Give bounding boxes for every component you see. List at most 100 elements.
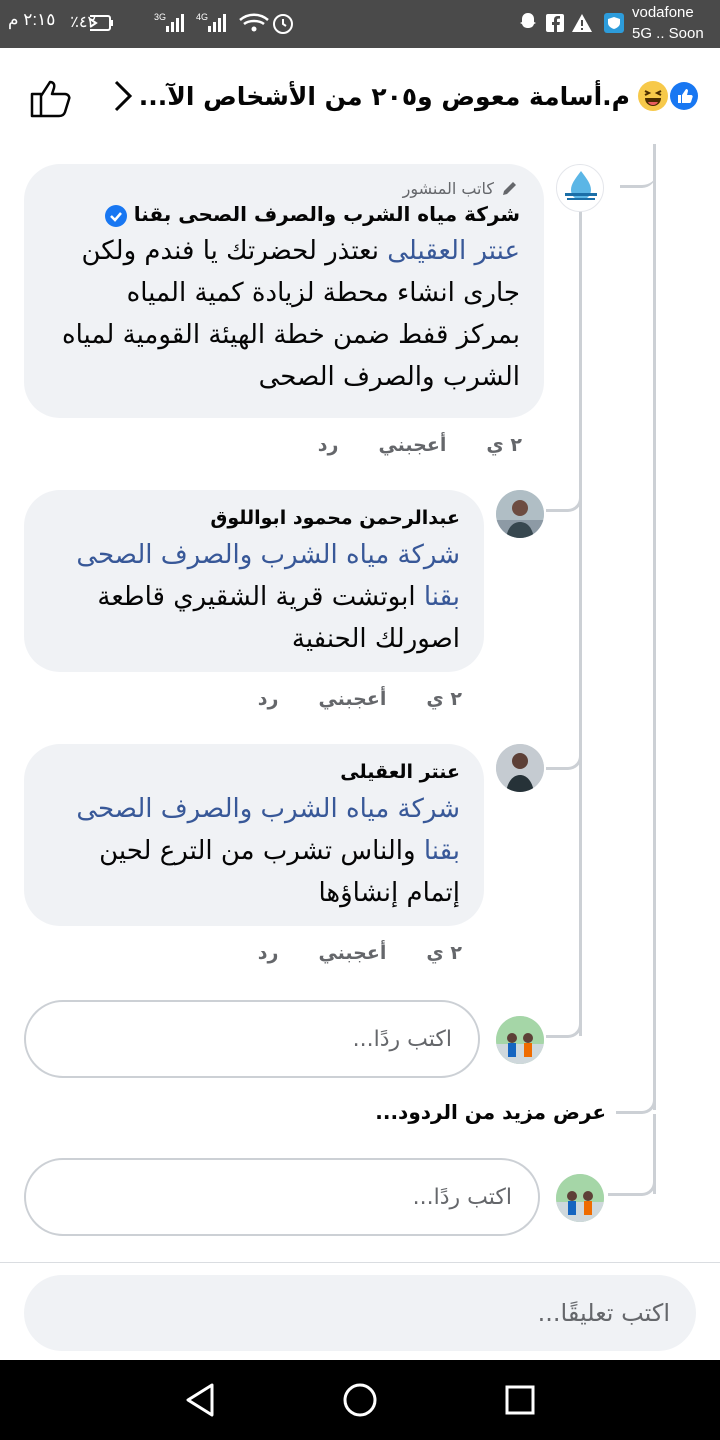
header-title-text: م.أسامة معوض و٢٠٥ من الأشخاص الآ... [138,81,630,111]
comment-actions: ٢ ي أعجبني رد [258,942,462,964]
signal-3g-icon: 3G [154,12,184,32]
facebook-icon [546,14,564,32]
comment-author[interactable]: عبدالرحمن محمود ابواللوق [48,504,460,532]
app-header: م.أسامة معوض و٢٠٥ من الأشخاص الآ... [0,48,720,144]
user-photo-icon [556,1174,604,1222]
wifi-icon [239,13,269,32]
mention-link[interactable]: شركة مياه الشرب والصرف الصحى [76,540,460,570]
comment-time[interactable]: ٢ ي [426,688,462,710]
comment-line: بقنا والناس تشرب من الترع لحين [48,830,460,872]
comment-line: بمركز قفط ضمن خطة الهيئة القومية لمياه [48,314,520,356]
comment-author[interactable]: شركة مياه الشرب والصرف الصحى بقنا [48,200,520,228]
comment-line: شركة مياه الشرب والصرف الصحى [48,788,460,830]
comment-bubble: عبدالرحمن محمود ابواللوق شركة مياه الشرب… [24,490,484,672]
signal-4g-icon: 4G [196,12,226,32]
verified-badge-icon [104,204,127,227]
comment-line-text: إتمام إنشاؤها [318,878,460,908]
pencil-icon [503,182,516,195]
alarm-icon [273,14,293,34]
comment-line-text: نعتذر لحضرتك يا فندم ولكن [81,236,388,266]
user-photo-icon [496,744,544,792]
mention-link[interactable]: بقنا [424,836,460,866]
like-button[interactable]: أعجبني [318,942,386,964]
current-user-avatar [496,1016,544,1064]
system-nav-bar [0,1360,720,1440]
mention-link[interactable]: عنتر العقيلى [387,236,520,266]
comment-composer-bar: اكتب تعليقًا... [0,1262,720,1360]
comment-actions: ٢ ي أعجبني رد [318,434,522,456]
clock: ٢:١٥ م [8,10,56,29]
warning-icon [572,14,592,32]
comment-bubble: كاتب المنشور شركة مياه الشرب والصرف الصح… [24,164,544,418]
carrier-name: vodafone [632,4,694,21]
user-photo-icon [496,1016,544,1064]
thread-connector [620,144,656,188]
thread-line-inner [579,210,582,1036]
reply-button[interactable]: رد [258,688,279,710]
comment-placeholder: اكتب تعليقًا... [537,1299,670,1327]
reply-button[interactable]: رد [258,942,279,964]
system-icons: 4G 3G [90,12,293,34]
status-bar: vodafone 5G .. Soon 4G 3G ٤٢٪ ٢:١٥ م [0,0,720,48]
comment-line-text: جارى انشاء محطة لزيادة كمية المياه [126,278,520,308]
company-logo-icon [561,169,601,209]
snapchat-icon [520,13,536,28]
reply-input[interactable]: اكتب ردًا... [24,1000,480,1078]
svg-text:4G: 4G [196,12,208,22]
reply-button[interactable]: رد [318,434,339,456]
author-badge-label: كاتب المنشور [402,178,494,198]
comment-bubble: عنتر العقيلى شركة مياه الشرب والصرف الصح… [24,744,484,926]
reply-input[interactable]: اكتب ردًا... [24,1158,540,1236]
comment-text: شركة مياه الشرب والصرف الصحى بقنا والناس… [48,788,460,914]
comment-input[interactable]: اكتب تعليقًا... [24,1275,696,1351]
current-user-avatar [556,1174,604,1222]
view-more-replies-link[interactable]: عرض مزيد من الردود... [375,1100,606,1124]
like-button[interactable]: أعجبني [318,688,386,710]
reactions-title[interactable]: م.أسامة معوض و٢٠٥ من الأشخاص الآ... [139,48,698,144]
thread-connector [608,1150,656,1196]
comment-line: جارى انشاء محطة لزيادة كمية المياه [48,272,520,314]
shield-app-icon [604,13,624,33]
comment-line-text: بمركز قفط ضمن خطة الهيئة القومية لمياه [62,320,520,350]
reply-placeholder: اكتب ردًا... [352,1026,452,1052]
comment-line: إتمام إنشاؤها [48,872,460,914]
mention-link[interactable]: شركة مياه الشرب والصرف الصحى [76,794,460,824]
carrier-label: vodafone 5G .. Soon [632,2,704,44]
comment-line-text: والناس تشرب من الترع لحين [99,836,424,866]
comment-line: بقنا ابوتشت قرية الشقيري قاطعة [48,576,460,618]
avatar[interactable] [556,164,604,212]
thread-connector [546,990,582,1038]
user-photo-icon [496,490,544,538]
carrier-network: 5G .. Soon [632,25,704,42]
mention-link[interactable]: بقنا [424,582,460,612]
author-name[interactable]: شركة مياه الشرب والصرف الصحى بقنا [134,202,520,226]
recents-icon[interactable] [504,1384,536,1416]
comment-author[interactable]: عنتر العقيلى [48,758,460,786]
comment-line: شركة مياه الشرب والصرف الصحى [48,534,460,576]
comment-text: عنتر العقيلى نعتذر لحضرتك يا فندم ولكن ج… [48,230,520,398]
comment-time[interactable]: ٢ ي [426,942,462,964]
haha-reaction-icon [638,81,668,111]
like-icon[interactable] [28,74,74,120]
thread-connector [546,470,582,512]
home-icon[interactable] [342,1382,378,1418]
comment-actions: ٢ ي أعجبني رد [258,688,462,710]
comment-line: عنتر العقيلى نعتذر لحضرتك يا فندم ولكن [48,230,520,272]
svg-text:3G: 3G [154,12,166,22]
like-reaction-icon [670,82,698,110]
chevron-right-icon[interactable] [108,76,140,116]
notification-icons [520,13,624,33]
comment-time[interactable]: ٢ ي [486,434,522,456]
like-button[interactable]: أعجبني [378,434,446,456]
avatar[interactable] [496,490,544,538]
reply-placeholder: اكتب ردًا... [412,1184,512,1210]
thread-line-outer [653,144,656,1110]
avatar[interactable] [496,744,544,792]
comment-line-text: الشرب والصرف الصحى [258,362,520,392]
comment-line-text: ابوتشت قرية الشقيري قاطعة [97,582,424,612]
author-badge: كاتب المنشور [48,178,520,198]
comment-line-text: اصورلك الحنفية [291,624,460,654]
back-icon[interactable] [184,1382,216,1418]
comment-line: اصورلك الحنفية [48,618,460,660]
thread-connector [546,724,582,770]
